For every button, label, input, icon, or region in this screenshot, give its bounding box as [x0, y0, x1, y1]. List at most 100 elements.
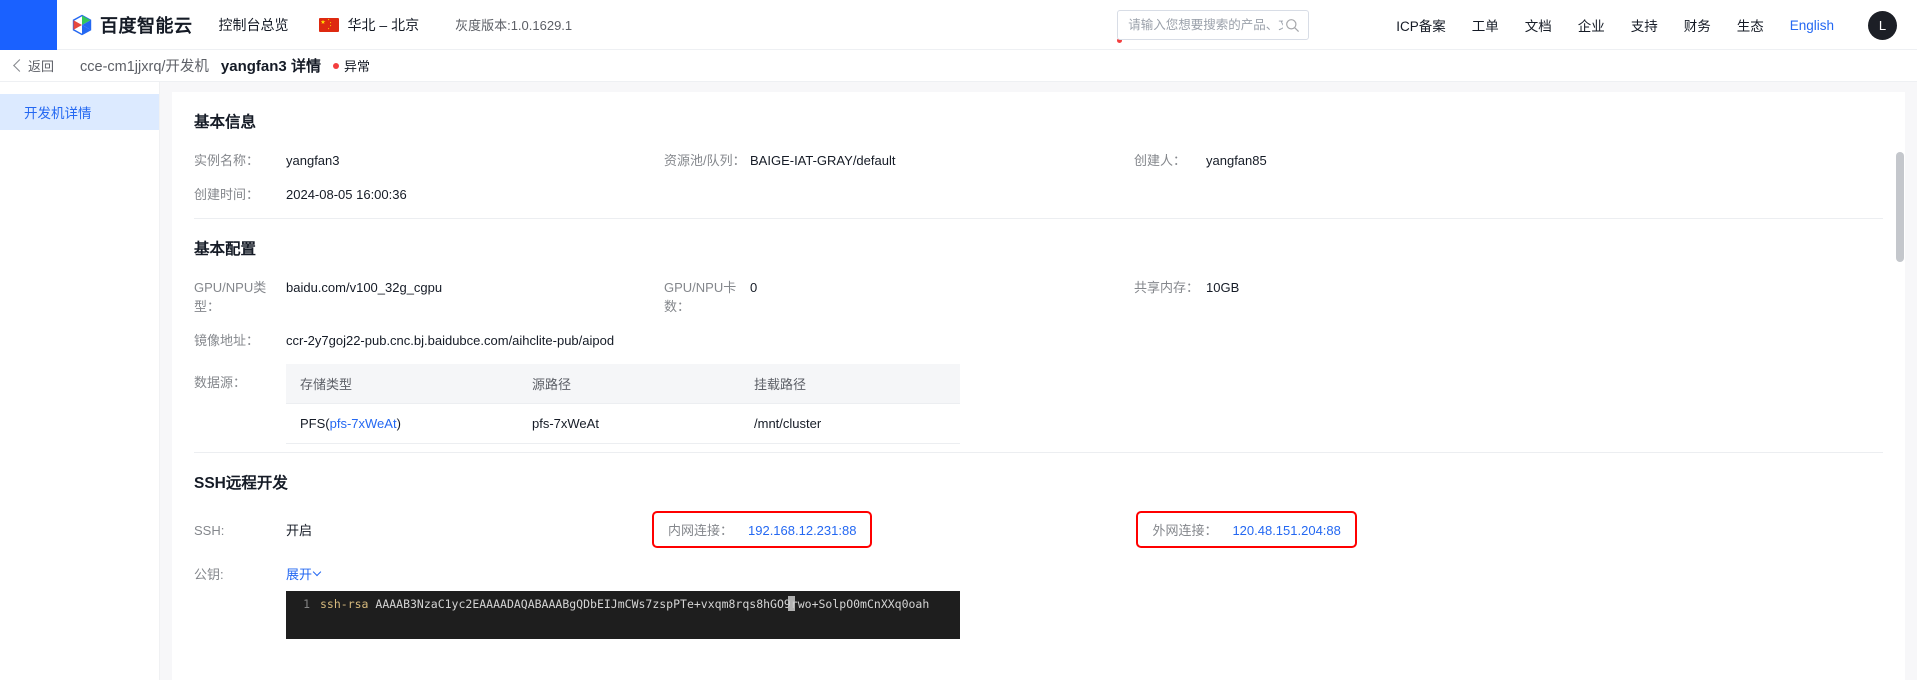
field-label: SSH: [194, 523, 225, 538]
datasource-table: 存储类型 源路径 挂载路径 PFS(pfs-7xWeAt) pfs-7xWeAt… [286, 364, 960, 444]
page-body: 开发机详情 基本信息 实例名称： yangfan3 资源池/队列： BAIGE-… [0, 82, 1917, 680]
field-value: yangfan3 [286, 153, 340, 168]
status-label: 异常 [343, 59, 370, 74]
nav-item-finance[interactable]: 财务 [1684, 15, 1711, 35]
basic-info-title: 基本信息 [194, 114, 257, 131]
field-value: 2024-08-05 16:00:36 [286, 187, 407, 202]
code-keyword: ssh-rsa [320, 597, 369, 611]
nav-item-support[interactable]: 支持 [1631, 15, 1658, 35]
public-key-code-block[interactable]: 1 ssh-rsa AAAAB3NzaC1yc2EAAAADAQABAAABgQ… [286, 591, 960, 639]
storage-type-link[interactable]: pfs-7xWeAt [330, 416, 397, 431]
region-label: 华北 – 北京 [347, 16, 420, 33]
basic-config-fields: GPU/NPU类型： baidu.com/v100_32g_cgpu GPU/N… [194, 277, 1883, 444]
text-cursor [788, 596, 795, 611]
datasource-label: 数据源： [194, 375, 247, 390]
field-gpu-type: GPU/NPU类型： baidu.com/v100_32g_cgpu [194, 277, 664, 315]
field-value: BAIGE-IAT-GRAY/default [750, 153, 896, 168]
search-box[interactable] [1117, 10, 1310, 40]
nav-item-enterprise[interactable]: 企业 [1578, 15, 1605, 35]
ssh-row-1: SSH: 开启 内网连接： 192.168.12.231:88 外网连接： 12… [194, 511, 1883, 548]
vertical-scrollbar[interactable] [1896, 152, 1904, 262]
ssh-row-2: 公钥: 展开 [194, 564, 1883, 583]
china-flag-icon [318, 17, 339, 32]
nav-item-docs[interactable]: 文档 [1525, 15, 1552, 35]
field-label: GPU/NPU类型： [194, 280, 267, 314]
expand-public-key-button[interactable]: 展开 [286, 564, 322, 583]
storage-type-suffix: ) [396, 416, 401, 431]
field-label: 实例名称： [194, 153, 260, 168]
field-creator: 创建人： yangfan85 [1134, 150, 1594, 169]
field-value: 0 [750, 280, 758, 295]
field-value: yangfan85 [1206, 153, 1267, 168]
console-overview-link[interactable]: 控制台总览 [219, 15, 289, 35]
ssh-fields: SSH: 开启 内网连接： 192.168.12.231:88 外网连接： 12… [194, 511, 1883, 639]
internal-connection-label: 内网连接： [668, 523, 734, 538]
header-nav: ICP备案 工单 文档 企业 支持 财务 生态 English [1383, 15, 1847, 35]
field-value: ccr-2y7goj22-pub.cnc.bj.baidubce.com/aih… [286, 333, 615, 348]
field-shared-memory: 共享内存： 10GB [1134, 277, 1594, 315]
nav-item-ticket[interactable]: 工单 [1472, 15, 1499, 35]
basic-info-row-1: 实例名称： yangfan3 资源池/队列： BAIGE-IAT-GRAY/de… [194, 150, 1883, 169]
status-badge: 异常 [332, 56, 370, 75]
region-selector[interactable]: 华北 – 北京 [318, 15, 420, 35]
field-label: 公钥: [194, 567, 224, 582]
storage-type-prefix: PFS( [300, 416, 330, 431]
breadcrumb-path[interactable]: cce-cm1jjxrq/开发机 [80, 55, 209, 76]
field-gpu-count: GPU/NPU卡数： 0 [664, 277, 1134, 315]
field-label: 镜像地址： [194, 333, 260, 348]
external-connection-label: 外网连接： [1152, 523, 1218, 538]
field-resource-pool: 资源池/队列： BAIGE-IAT-GRAY/default [664, 150, 1134, 169]
brand[interactable]: 百度智能云 [71, 12, 193, 38]
nav-item-english[interactable]: English [1790, 18, 1834, 33]
datasource-row: 数据源： 存储类型 源路径 挂载路径 PFS(pfs-7xWeAt) pfs-7… [194, 364, 1883, 444]
field-value: baidu.com/v100_32g_cgpu [286, 280, 443, 295]
chevron-left-icon [13, 59, 26, 72]
basic-config-section: 基本配置 GPU/NPU类型： baidu.com/v100_32g_cgpu … [172, 219, 1905, 444]
sidebar: 开发机详情 [0, 82, 160, 680]
avatar[interactable]: L [1868, 10, 1897, 40]
ssh-section: SSH远程开发 SSH: 开启 内网连接： 192.168.12.231:88 … [172, 453, 1905, 639]
column-header-mount-path: 挂载路径 [740, 364, 960, 404]
field-label: 资源池/队列： [664, 153, 746, 168]
cell-mount-path: /mnt/cluster [740, 403, 960, 444]
sidebar-item-dev-machine-detail[interactable]: 开发机详情 [0, 94, 159, 130]
basic-config-title: 基本配置 [194, 241, 257, 258]
table-header-row: 存储类型 源路径 挂载路径 [286, 364, 960, 404]
gray-version-label: 灰度版本:1.0.1629.1 [455, 18, 573, 33]
nav-item-icp[interactable]: ICP备案 [1396, 15, 1446, 35]
external-connection-highlight: 外网连接： 120.48.151.204:88 [1136, 511, 1357, 548]
top-header: 百度智能云 控制台总览 华北 – 北京 灰度版本:1.0.1629.1 ICP备… [0, 0, 1917, 50]
chevron-down-icon [312, 567, 322, 576]
field-instance-name: 实例名称： yangfan3 [194, 150, 664, 169]
sidebar-item-label: 开发机详情 [24, 106, 92, 121]
code-body: AAAAB3NzaC1yc2EAAAADAQABAAABgQDbEIJmCWs7… [368, 597, 930, 611]
internal-connection-value[interactable]: 192.168.12.231:88 [748, 523, 856, 538]
field-label: 共享内存： [1134, 280, 1200, 295]
status-dot-icon [332, 62, 339, 69]
search-icon[interactable] [1285, 18, 1300, 33]
table-row: PFS(pfs-7xWeAt) pfs-7xWeAt /mnt/cluster [286, 403, 960, 444]
cell-storage-type: PFS(pfs-7xWeAt) [286, 403, 518, 444]
external-connection-value[interactable]: 120.48.151.204:88 [1232, 523, 1340, 538]
basic-config-row-1: GPU/NPU类型： baidu.com/v100_32g_cgpu GPU/N… [194, 277, 1883, 315]
baidu-cloud-logo-icon [71, 14, 93, 36]
nav-item-ecosystem[interactable]: 生态 [1737, 15, 1764, 35]
brand-name: 百度智能云 [100, 15, 193, 36]
search-input[interactable] [1126, 17, 1286, 33]
header-menu-block[interactable] [0, 0, 57, 50]
basic-config-row-2: 镜像地址： ccr-2y7goj22-pub.cnc.bj.baidubce.c… [194, 330, 1883, 349]
field-label: GPU/NPU卡数： [664, 280, 737, 314]
basic-info-fields: 实例名称： yangfan3 资源池/队列： BAIGE-IAT-GRAY/de… [194, 150, 1883, 203]
field-public-key: 公钥: 展开 [194, 564, 322, 583]
ssh-section-title: SSH远程开发 [194, 475, 288, 492]
page-title: yangfan3 详情 [220, 58, 321, 75]
field-label: 创建时间： [194, 187, 260, 202]
back-button[interactable]: 返回 [13, 56, 54, 75]
basic-info-row-2: 创建时间： 2024-08-05 16:00:36 [194, 184, 1883, 203]
breadcrumb: 返回 cce-cm1jjxrq/开发机 yangfan3 详情 异常 [0, 50, 1917, 82]
code-line-number: 1 [303, 597, 310, 611]
expand-label: 展开 [286, 567, 313, 582]
header-right-area: ICP备案 工单 文档 企业 支持 财务 生态 English L [1117, 0, 1917, 50]
column-header-source-path: 源路径 [518, 364, 740, 404]
field-create-time: 创建时间： 2024-08-05 16:00:36 [194, 184, 664, 203]
